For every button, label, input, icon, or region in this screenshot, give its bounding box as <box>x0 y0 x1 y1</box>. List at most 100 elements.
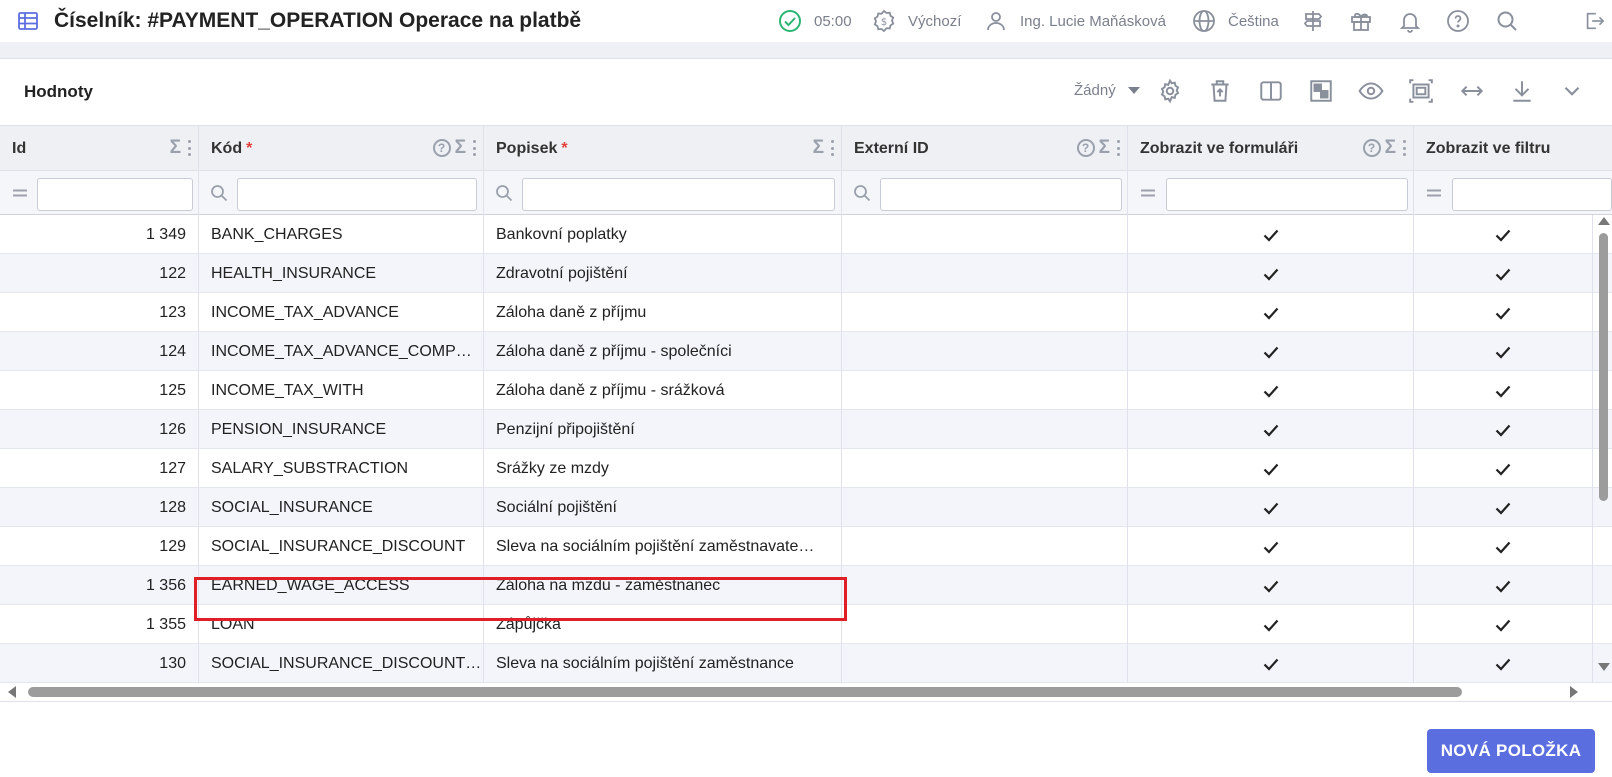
column-header-show-in-form[interactable]: Zobrazit ve formuláři ? Σ <box>1128 126 1414 172</box>
cell-code[interactable]: INCOME_TAX_ADVANCE <box>199 293 484 332</box>
cell-label[interactable]: Sleva na sociálním pojištění zaměstnavat… <box>484 527 842 566</box>
column-header-external-id[interactable]: Externí ID ? Σ <box>842 126 1128 172</box>
cell-code[interactable]: SOCIAL_INSURANCE <box>199 488 484 527</box>
help-icon[interactable]: ? <box>432 139 451 157</box>
sum-icon[interactable]: Σ <box>170 138 181 158</box>
cell-show-in-filter[interactable] <box>1414 644 1593 683</box>
vertical-scroll-thumb[interactable] <box>1599 233 1608 501</box>
cell-show-in-form[interactable] <box>1128 254 1414 293</box>
eye-icon[interactable] <box>1358 78 1384 104</box>
horizontal-scroll-thumb[interactable] <box>28 687 1462 697</box>
column-menu-icon[interactable] <box>1117 140 1121 156</box>
profile-selector[interactable]: $ Výchozí <box>872 9 961 33</box>
cell-code[interactable]: SOCIAL_INSURANCE_DISCOUNT <box>199 527 484 566</box>
cell-show-in-filter[interactable] <box>1414 254 1593 293</box>
cell-show-in-filter[interactable] <box>1414 215 1593 254</box>
column-header-code[interactable]: Kód * ? Σ <box>199 126 484 172</box>
cell-label[interactable]: Zápůjčka <box>484 605 842 644</box>
layout-icon[interactable] <box>1308 78 1334 104</box>
cell-show-in-filter[interactable] <box>1414 293 1593 332</box>
cell-code[interactable]: INCOME_TAX_ADVANCE_COMP… <box>199 332 484 371</box>
column-header-show-in-filter[interactable]: Zobrazit ve filtru <box>1414 126 1612 172</box>
cell-code[interactable]: HEALTH_INSURANCE <box>199 254 484 293</box>
table-row[interactable]: 122 HEALTH_INSURANCE Zdravotní pojištění <box>0 254 1612 293</box>
fit-screen-icon[interactable] <box>1408 78 1434 104</box>
bell-icon[interactable] <box>1398 9 1422 33</box>
cell-id[interactable]: 129 <box>0 527 199 566</box>
cell-external-id[interactable] <box>842 644 1128 683</box>
sum-icon[interactable]: Σ <box>1099 138 1110 158</box>
cell-show-in-form[interactable] <box>1128 566 1414 605</box>
help-icon[interactable]: ? <box>1362 139 1381 157</box>
cell-show-in-filter[interactable] <box>1414 332 1593 371</box>
column-menu-icon[interactable] <box>1403 140 1407 156</box>
cell-show-in-form[interactable] <box>1128 527 1414 566</box>
cell-show-in-filter[interactable] <box>1414 527 1593 566</box>
search-icon[interactable] <box>495 184 513 202</box>
table-row[interactable]: 1 356 EARNED_WAGE_ACCESS Záloha na mzdu - … <box>0 566 1612 605</box>
table-row[interactable]: 130 SOCIAL_INSURANCE_DISCOUNT… Sleva na so… <box>0 644 1612 683</box>
cell-label[interactable]: Záloha daně z příjmu - srážková <box>484 371 842 410</box>
table-row[interactable]: 125 INCOME_TAX_WITH Záloha daně z příjmu -… <box>0 371 1612 410</box>
filter-show-in-filter-input[interactable] <box>1452 178 1612 211</box>
search-icon[interactable] <box>853 184 871 202</box>
cell-label[interactable]: Záloha na mzdu - zaměstnanec <box>484 566 842 605</box>
help-icon[interactable] <box>1446 9 1470 33</box>
cell-id[interactable]: 122 <box>0 254 199 293</box>
column-menu-icon[interactable] <box>188 140 192 156</box>
cell-label[interactable]: Bankovní poplatky <box>484 215 842 254</box>
scroll-up-icon[interactable] <box>1598 217 1610 225</box>
user-menu[interactable]: Ing. Lucie Maňásková <box>984 9 1166 33</box>
vertical-scrollbar[interactable] <box>1593 215 1612 675</box>
cell-code[interactable]: SALARY_SUBSTRACTION <box>199 449 484 488</box>
search-icon[interactable] <box>210 184 228 202</box>
cell-show-in-filter[interactable] <box>1414 410 1593 449</box>
column-menu-icon[interactable] <box>473 140 477 156</box>
table-row[interactable]: 126 PENSION_INSURANCE Penzijní připojištěn… <box>0 410 1612 449</box>
cell-label[interactable]: Srážky ze mzdy <box>484 449 842 488</box>
cell-label[interactable]: Záloha daně z příjmu <box>484 293 842 332</box>
delete-icon[interactable] <box>1207 78 1233 104</box>
table-row[interactable]: 1 349 BANK_CHARGES Bankovní poplatky <box>0 215 1612 254</box>
cell-id[interactable]: 1 356 <box>0 566 199 605</box>
table-row[interactable]: 124 INCOME_TAX_ADVANCE_COMP… Záloha daně z… <box>0 332 1612 371</box>
cell-label[interactable]: Záloha daně z příjmu - společníci <box>484 332 842 371</box>
table-row[interactable]: 127 SALARY_SUBSTRACTION Srážky ze mzdy <box>0 449 1612 488</box>
cell-id[interactable]: 126 <box>0 410 199 449</box>
cell-id[interactable]: 130 <box>0 644 199 683</box>
scroll-down-icon[interactable] <box>1598 663 1610 671</box>
cell-show-in-form[interactable] <box>1128 410 1414 449</box>
gift-icon[interactable] <box>1349 9 1373 33</box>
column-header-id[interactable]: Id Σ <box>0 126 199 172</box>
language-selector[interactable]: Čeština <box>1192 9 1279 33</box>
equals-icon[interactable] <box>11 184 29 202</box>
cell-external-id[interactable] <box>842 254 1128 293</box>
download-icon[interactable] <box>1509 78 1535 104</box>
new-item-button[interactable]: NOVÁ POLOŽKA <box>1427 729 1595 773</box>
cell-id[interactable]: 124 <box>0 332 199 371</box>
horizontal-scrollbar[interactable] <box>0 683 1593 701</box>
cell-show-in-filter[interactable] <box>1414 449 1593 488</box>
equals-icon[interactable] <box>1139 184 1157 202</box>
scroll-right-icon[interactable] <box>1570 686 1578 698</box>
cell-external-id[interactable] <box>842 410 1128 449</box>
search-icon[interactable] <box>1495 9 1519 33</box>
expand-width-icon[interactable] <box>1459 78 1485 104</box>
cell-code[interactable]: EARNED_WAGE_ACCESS <box>199 566 484 605</box>
cell-external-id[interactable] <box>842 488 1128 527</box>
cell-show-in-form[interactable] <box>1128 449 1414 488</box>
cell-external-id[interactable] <box>842 527 1128 566</box>
cell-id[interactable]: 125 <box>0 371 199 410</box>
cell-code[interactable]: BANK_CHARGES <box>199 215 484 254</box>
column-menu-icon[interactable] <box>831 140 835 156</box>
help-icon[interactable]: ? <box>1076 139 1095 157</box>
sum-icon[interactable]: Σ <box>813 138 824 158</box>
scroll-left-icon[interactable] <box>8 686 16 698</box>
chevron-down-icon[interactable] <box>1559 78 1585 104</box>
view-select[interactable]: Žádný <box>1074 82 1140 99</box>
cell-id[interactable]: 1 349 <box>0 215 199 254</box>
cell-external-id[interactable] <box>842 371 1128 410</box>
cell-id[interactable]: 127 <box>0 449 199 488</box>
cell-show-in-filter[interactable] <box>1414 566 1593 605</box>
cell-code[interactable]: PENSION_INSURANCE <box>199 410 484 449</box>
